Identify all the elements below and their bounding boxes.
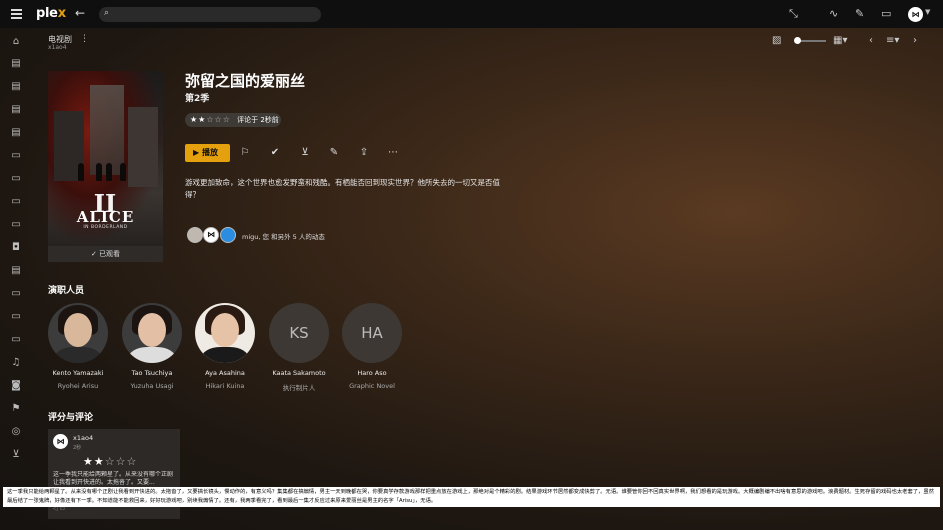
poster-image[interactable]: II ALICE IN BORDERLAND <box>48 71 163 246</box>
avatar[interactable] <box>187 227 203 243</box>
poster-subtitle: IN BORDERLAND <box>83 225 128 230</box>
collapse-icon[interactable]: ⤡ <box>789 7 798 21</box>
bookmark-icon[interactable]: ⚐ <box>239 147 251 159</box>
plex-logo[interactable]: plex <box>36 6 66 21</box>
rating-pill[interactable]: ★★☆☆☆ 评论于 2秒前 <box>185 113 281 127</box>
video-camera-icon[interactable]: ◘ <box>10 242 22 254</box>
grid-view-icon[interactable]: ▦▾ <box>833 35 847 47</box>
home-icon[interactable]: ⌂ <box>10 36 22 48</box>
cast-member[interactable]: Tao Tsuchiya Yuzuha Usagi <box>112 303 192 390</box>
cast-initials: KS <box>269 303 329 363</box>
bookmark-icon[interactable]: ⚑ <box>10 403 22 415</box>
edit-pencil-icon[interactable]: ✎ <box>328 147 340 159</box>
share-icon[interactable]: ⇪ <box>358 147 370 159</box>
cast-photo <box>122 303 182 363</box>
avatar[interactable]: ⋈ <box>53 434 68 449</box>
library-tv-icon[interactable]: ▭ <box>10 173 22 185</box>
cast-name: Tao Tsuchiya <box>131 369 173 377</box>
cast-heading: 演职人员 <box>48 286 85 296</box>
library-movies-icon[interactable]: ▤ <box>10 104 22 116</box>
more-options-icon[interactable]: ⋮ <box>80 34 89 44</box>
search-icon: ⌕ <box>104 8 110 18</box>
library-tv-icon[interactable]: ▭ <box>10 219 22 231</box>
cast-role: 执行制片人 <box>282 384 316 392</box>
poster-title: ALICE <box>76 208 135 226</box>
more-options-icon[interactable]: ⋯ <box>387 147 399 159</box>
music-note-icon[interactable]: ♫ <box>10 357 22 369</box>
library-movies-icon[interactable]: ▤ <box>10 81 22 93</box>
subtitle-overlay: 这一季我只能给两颗星了。从来没有哪个正剧让我看到开快进的。太拖沓了，又要搞长镜头… <box>3 487 940 507</box>
review-stars: ★★☆☆☆ <box>83 455 138 468</box>
cast-member[interactable]: KS Kaata Sakamoto 执行制片人 <box>259 303 339 392</box>
library-tv-icon[interactable]: ▭ <box>10 196 22 208</box>
library-tv-icon[interactable]: ▭ <box>10 334 22 346</box>
play-label: 播放 <box>201 148 218 157</box>
avatar[interactable] <box>220 227 236 243</box>
cast-member[interactable]: Kento Yamazaki Ryohei Arisu <box>38 303 118 390</box>
cast-role: Hikari Kuina <box>205 382 245 390</box>
mark-watched-icon[interactable]: ✔ <box>269 147 281 159</box>
compass-icon[interactable]: ◎ <box>10 426 22 438</box>
user-avatar[interactable]: ⋈ <box>908 7 923 22</box>
season-label: 第2季 <box>185 94 210 104</box>
search-box[interactable]: ⌕ <box>99 7 321 22</box>
rating-text: 评论于 2秒前 <box>237 116 279 124</box>
cast-name: Kaata Sakamoto <box>272 369 326 377</box>
play-icon: ▶ <box>193 148 200 157</box>
hamburger-menu-icon[interactable] <box>11 9 22 19</box>
activity-text[interactable]: migu, 您 和另外 5 人的动态 <box>242 231 325 241</box>
top-bar: plex ← ⌕ ⤡ ∿ ✎ ▭ ⋈ ▼ <box>0 0 943 28</box>
library-movies-icon[interactable]: ▤ <box>10 58 22 70</box>
cast-role: Graphic Novel <box>349 382 395 390</box>
cast-name: Kento Yamazaki <box>52 369 104 377</box>
cast-role: Ryohei Arisu <box>57 382 99 390</box>
library-tv-icon[interactable]: ▭ <box>10 288 22 300</box>
library-tv-icon[interactable]: ▭ <box>10 311 22 323</box>
list-view-icon[interactable]: ≡▾ <box>886 35 899 47</box>
review-time: 2秒 <box>73 445 82 451</box>
chevron-down-icon[interactable]: ▼ <box>925 8 930 16</box>
back-arrow-icon[interactable]: ← <box>75 6 85 20</box>
cast-role: Yuzuha Usagi <box>130 382 174 390</box>
camera-icon[interactable]: ◙ <box>10 380 22 392</box>
star-icon[interactable]: ★★ <box>190 115 206 124</box>
slider-handle[interactable] <box>794 37 801 44</box>
cast-icon[interactable]: ▭ <box>881 7 891 21</box>
download-icon[interactable]: ⊻ <box>299 147 311 159</box>
cast-name: Aya Asahina <box>205 369 245 377</box>
page-title: 弥留之国的爱丽丝 <box>185 72 306 90</box>
search-input[interactable] <box>117 7 315 22</box>
play-button[interactable]: ▶ 播放 <box>185 144 230 162</box>
review-user[interactable]: x1ao4 <box>73 434 93 442</box>
watched-status: ✓ 已观看 <box>48 246 163 262</box>
avatar[interactable]: ⋈ <box>203 227 219 243</box>
cast-member[interactable]: HA Haro Aso Graphic Novel <box>332 303 412 390</box>
settings-wrench-icon[interactable]: ✎ <box>855 7 864 21</box>
cast-member[interactable]: Aya Asahina Hikari Kuina <box>185 303 265 390</box>
cast-name: Haro Aso <box>357 369 387 377</box>
breadcrumb-subtitle: x1ao4 <box>48 44 67 51</box>
cast-photo <box>195 303 255 363</box>
cast-photo <box>48 303 108 363</box>
library-movies-icon[interactable]: ▤ <box>10 265 22 277</box>
summary-text: 游戏更加致命，这个世界也愈发野蛮和残酷。有栖能否回到现实世界？他所失去的一切又是… <box>185 178 500 199</box>
library-tv-icon[interactable]: ▭ <box>10 150 22 162</box>
chevron-left-icon[interactable]: ‹ <box>869 35 873 47</box>
activity-icon[interactable]: ∿ <box>829 7 838 21</box>
download-icon[interactable]: ⊻ <box>10 449 22 461</box>
star-empty-icon[interactable]: ☆☆☆ <box>206 115 231 124</box>
chevron-right-icon[interactable]: › <box>913 35 917 47</box>
reviews-heading: 评分与评论 <box>48 413 94 423</box>
library-movies-icon[interactable]: ▤ <box>10 127 22 139</box>
check-icon: ✓ <box>90 250 97 258</box>
background-image-icon[interactable]: ▨ <box>772 35 781 47</box>
cast-initials: HA <box>342 303 402 363</box>
watched-label: 已观看 <box>99 250 121 258</box>
